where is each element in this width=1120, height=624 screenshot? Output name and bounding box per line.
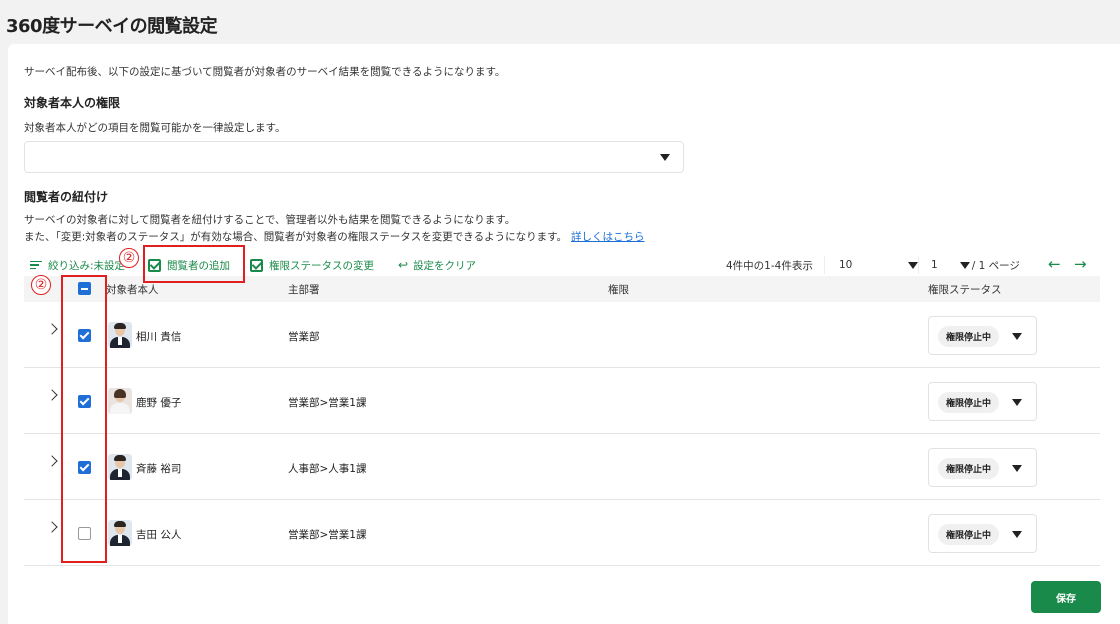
caret-down-icon [1012,531,1022,538]
department: 営業部>営業1課 [288,397,367,409]
avatar [108,454,132,480]
details-link[interactable]: 詳しくはこちら [571,231,645,243]
viewer-link-description-1: サーベイの対象者に対して閲覧者を紐付けすることで、管理者以外も結果を閲覧できるよ… [24,214,516,226]
person-name: 鹿野 優子 [136,397,182,409]
viewer-link-heading: 閲覧者の紐付け [24,190,109,204]
header-dept: 主部署 [288,284,320,296]
self-permission-description: 対象者本人がどの項目を閲覧可能かを一律設定します。 [24,122,286,134]
result-count: 4件中の1-4件表示 [726,259,813,272]
chevron-right-icon[interactable] [46,389,58,401]
status-badge: 権限停止中 [938,458,1000,479]
caret-down-icon [660,154,670,161]
table-row: 鹿野 優子 営業部>営業1課 権限停止中 [24,368,1100,434]
viewer-link-description-2: また、「変更:対象者のステータス」が有効な場合、閲覧者が対象者の権限ステータスを… [24,231,645,243]
chevron-right-icon[interactable] [46,323,58,335]
save-button[interactable]: 保存 [1031,581,1101,613]
chevron-right-icon[interactable] [46,521,58,533]
status-select[interactable]: 権限停止中 [928,382,1037,421]
avatar [108,520,132,546]
status-badge: 権限停止中 [938,326,1000,347]
self-permission-heading: 対象者本人の権限 [24,96,121,110]
person-name: 相川 貴信 [136,331,182,343]
person-name: 吉田 公人 [136,529,182,541]
settings-card: サーベイ配布後、以下の設定に基づいて閲覧者が対象者のサーベイ結果を閲覧できるよう… [8,44,1120,624]
table-row: 斉藤 裕司 人事部>人事1課 権限停止中 [24,434,1100,500]
intro-text: サーベイ配布後、以下の設定に基づいて閲覧者が対象者のサーベイ結果を閲覧できるよう… [24,66,506,78]
header-permission: 権限 [608,284,629,296]
annotation-highlight-checkboxes [61,275,107,563]
annotation-highlight-add-viewer [143,245,245,283]
status-select[interactable]: 権限停止中 [928,316,1037,355]
status-select[interactable]: 権限停止中 [928,514,1037,553]
prev-page-arrow-icon[interactable]: ← [1048,255,1061,273]
caret-down-icon [1012,399,1022,406]
status-select[interactable]: 権限停止中 [928,448,1037,487]
caret-down-icon [959,261,970,269]
header-target: 対象者本人 [106,284,159,296]
chevron-right-icon[interactable] [46,455,58,467]
check-square-icon [250,258,263,272]
annotation-marker: ② [31,275,51,295]
avatar [108,388,132,414]
caret-down-icon [1012,465,1022,472]
self-permission-select[interactable] [24,141,684,173]
page-size-select[interactable]: 10 [824,256,918,274]
next-page-arrow-icon[interactable]: → [1074,255,1087,273]
status-badge: 権限停止中 [938,524,1000,545]
department: 人事部>人事1課 [288,463,367,475]
table-row: 吉田 公人 営業部>営業1課 権限停止中 [24,500,1100,566]
status-badge: 権限停止中 [938,392,1000,413]
table-row: 相川 貴信 営業部 権限停止中 [24,302,1100,368]
clear-settings-button[interactable]: ↩ 設定をクリア [398,256,476,274]
page-title: 360度サーベイの閲覧設定 [6,16,218,37]
department: 営業部 [288,331,320,343]
department: 営業部>営業1課 [288,529,367,541]
annotation-marker: ② [119,248,139,268]
page-select[interactable]: 1 / 1 ページ [918,256,1020,274]
caret-down-icon [1012,333,1022,340]
person-name: 斉藤 裕司 [136,463,182,475]
avatar [108,322,132,348]
undo-icon: ↩ [398,258,409,272]
filter-icon [30,259,42,272]
filter-button[interactable]: 絞り込み:未設定 [30,256,125,274]
caret-down-icon [908,262,918,269]
change-status-button[interactable]: 権限ステータスの変更 [250,256,374,274]
header-status: 権限ステータス [928,284,1002,296]
